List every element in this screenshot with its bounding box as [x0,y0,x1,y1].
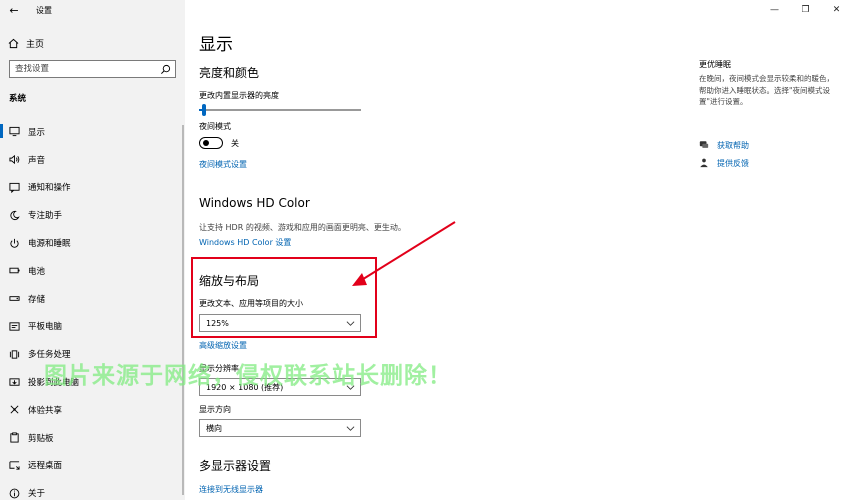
window-title: 设置 [36,5,52,15]
watermark-text: 图片来源于网络，侵权联系站长删除！ [44,363,452,389]
sidebar: ← 设置 主页 系统 显示 声音 通知和操作 专注助手 电源和睡眠 [0,0,185,500]
remote-desktop-icon [9,461,20,470]
projection-icon [9,377,20,386]
sidebar-item-label: 平板电脑 [28,322,63,333]
sidebar-item-sound[interactable]: 声音 [0,146,185,174]
sidebar-item-storage[interactable]: 存储 [0,285,185,313]
moon-icon [10,210,20,220]
battery-icon [9,268,20,274]
sidebar-item-label: 剪贴板 [28,433,54,444]
search-input[interactable] [15,64,155,74]
brightness-slider[interactable] [199,104,361,116]
home-link[interactable]: 主页 [8,34,44,52]
sidebar-item-label: 电池 [28,266,46,277]
slider-track [199,109,361,111]
sidebar-item-label: 体验共享 [28,405,63,416]
annotation-highlight-box [191,257,377,338]
sidebar-item-power-sleep[interactable]: 电源和睡眠 [0,229,185,257]
night-light-state: 关 [231,139,239,148]
multi-display-section-title: 多显示器设置 [199,459,272,473]
sidebar-item-shared-experiences[interactable]: 体验共享 [0,396,185,424]
sidebar-item-about[interactable]: 关于 [0,479,185,500]
window-controls: — ❐ ✕ [759,0,852,20]
sidebar-item-label: 关于 [28,489,46,500]
get-help-label: 获取帮助 [717,140,749,150]
info-icon [9,488,20,499]
right-panel-description: 在晚间，夜间模式会显示较柔和的暖色，帮助你进入睡眠状态。选择"夜间模式设置"进行… [699,74,834,106]
power-icon [10,238,19,248]
storage-icon [9,296,20,301]
sidebar-item-label: 通知和操作 [28,183,71,194]
minimize-button[interactable]: — [759,0,790,20]
home-label: 主页 [26,39,45,50]
sidebar-item-label: 存储 [28,294,46,305]
sidebar-item-clipboard[interactable]: 剪贴板 [0,424,185,452]
multitask-icon [9,350,20,359]
maximize-button[interactable]: ❐ [790,0,821,20]
night-light-toggle[interactable] [199,137,223,149]
wireless-display-link[interactable]: 连接到无线显示器 [199,484,263,495]
orientation-dropdown[interactable]: 横向 [199,419,361,437]
sidebar-item-label: 电源和睡眠 [28,239,71,250]
sidebar-item-notifications[interactable]: 通知和操作 [0,174,185,202]
orientation-value: 横向 [206,423,222,433]
back-button[interactable]: ← [0,0,28,20]
main-content: 显示 亮度和颜色 更改内置显示器的亮度 夜间模式 关 夜间模式设置 Window… [199,0,679,500]
search-box[interactable] [9,60,176,78]
sidebar-item-label: 声音 [28,155,46,166]
orientation-label: 显示方向 [199,405,231,414]
hd-color-section-title: Windows HD Color [199,196,310,210]
page-title: 显示 [199,35,233,55]
search-icon[interactable] [160,64,171,75]
night-light-label: 夜间模式 [199,122,231,131]
sidebar-item-label: 专注助手 [28,211,63,222]
notification-icon [9,182,20,193]
close-button[interactable]: ✕ [821,0,852,20]
group-title: 系统 [9,94,27,104]
get-help-link[interactable]: 获取帮助 [699,139,749,151]
clipboard-icon [10,432,19,443]
chevron-down-icon [346,426,355,431]
hd-color-settings-link[interactable]: Windows HD Color 设置 [199,237,291,248]
right-panel-title: 更优睡眠 [699,60,731,69]
sidebar-item-display[interactable]: 显示 [0,118,185,146]
tablet-icon [9,322,20,331]
share-icon [10,405,19,414]
slider-thumb[interactable] [202,104,207,116]
title-bar: ← 设置 [0,0,185,20]
home-icon [8,38,19,48]
speaker-icon [9,155,20,165]
feedback-icon [700,158,708,168]
help-chat-icon [699,141,709,148]
sidebar-item-label: 远程桌面 [28,461,63,472]
sidebar-item-label: 显示 [28,127,46,138]
monitor-icon [9,127,20,137]
sidebar-item-focus-assist[interactable]: 专注助手 [0,201,185,229]
hd-color-description: 让支持 HDR 的视频、游戏和应用的画面更明亮、更生动。 [199,223,406,232]
advanced-scaling-link[interactable]: 高级缩放设置 [199,340,247,351]
give-feedback-link[interactable]: 提供反馈 [699,157,749,169]
sidebar-scrollbar[interactable] [182,125,184,495]
sidebar-item-remote-desktop[interactable]: 远程桌面 [0,452,185,480]
brightness-label: 更改内置显示器的亮度 [199,91,279,100]
give-feedback-label: 提供反馈 [717,158,749,168]
night-light-settings-link[interactable]: 夜间模式设置 [199,159,247,170]
sidebar-nav: 显示 声音 通知和操作 专注助手 电源和睡眠 电池 存储 平板电脑 多任务处理 … [0,118,185,500]
brightness-section-title: 亮度和颜色 [199,66,260,80]
toggle-knob [203,140,209,146]
sidebar-item-tablet[interactable]: 平板电脑 [0,313,185,341]
sidebar-item-battery[interactable]: 电池 [0,257,185,285]
